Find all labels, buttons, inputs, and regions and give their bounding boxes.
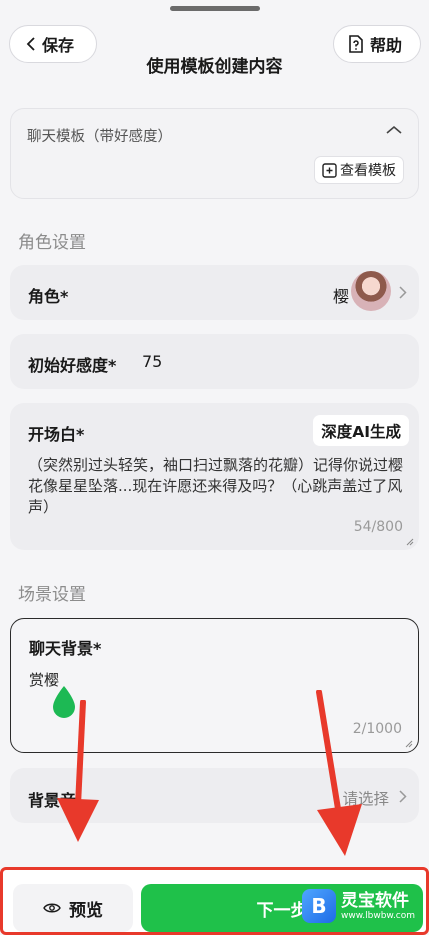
ai-generate-button[interactable]: 深度AI生成 — [313, 415, 409, 446]
eye-icon — [43, 903, 61, 913]
template-card: 聊天模板（带好感度） 查看模板 — [10, 108, 419, 199]
watermark-logo: B 灵宝软件 www.lbwbw.com — [302, 883, 426, 929]
preview-button[interactable]: 预览 — [13, 884, 133, 932]
annotation-arrow-right — [316, 690, 362, 856]
watermark-name: 灵宝软件 — [341, 890, 409, 911]
role-value: 樱 — [332, 287, 349, 306]
chevron-left-icon — [26, 37, 35, 51]
watermark-url: www.lbwbw.com — [341, 910, 416, 921]
opening-line-counter: 54/800 — [353, 519, 403, 535]
affinity-label: 初始好感度* — [28, 356, 117, 375]
resize-handle-icon[interactable] — [405, 740, 413, 748]
resize-handle-icon[interactable] — [406, 538, 414, 546]
chevron-up-icon[interactable] — [386, 125, 402, 135]
avatar — [351, 271, 391, 311]
watermark-icon: B — [302, 889, 336, 923]
annotation-arrow-left — [57, 700, 99, 842]
role-row[interactable]: 角色* 樱 — [10, 265, 419, 320]
document-help-icon — [349, 35, 363, 53]
affinity-input[interactable]: 75 — [142, 352, 162, 371]
affinity-row[interactable]: 初始好感度* 75 — [10, 334, 419, 389]
help-button-label: 帮助 — [370, 36, 403, 55]
opening-line-card: 开场白* 深度AI生成 （突然别过头轻笑，袖口扫过飘落的花瓣）记得你说过樱花像星… — [10, 403, 419, 550]
preview-button-label: 预览 — [69, 900, 103, 921]
chevron-right-icon — [399, 790, 407, 803]
next-step-label: 下一步 — [256, 900, 308, 921]
opening-line-label: 开场白* — [28, 425, 85, 444]
sheet-grabber[interactable] — [170, 6, 260, 11]
view-template-button[interactable]: 查看模板 — [314, 156, 404, 184]
role-section-title: 角色设置 — [18, 233, 86, 253]
template-label: 聊天模板（带好感度） — [27, 129, 172, 145]
chat-background-label: 聊天背景* — [29, 639, 102, 658]
role-label: 角色* — [28, 287, 69, 306]
scene-section-title: 场景设置 — [18, 585, 86, 605]
template-preview-icon — [322, 162, 337, 178]
opening-line-textarea[interactable]: （突然别过头轻笑，袖口扫过飘落的花瓣）记得你说过樱花像星星坠落...现在许愿还来… — [28, 455, 408, 518]
chevron-right-icon — [399, 286, 407, 299]
view-template-label: 查看模板 — [340, 163, 396, 179]
help-button[interactable]: 帮助 — [333, 25, 421, 63]
